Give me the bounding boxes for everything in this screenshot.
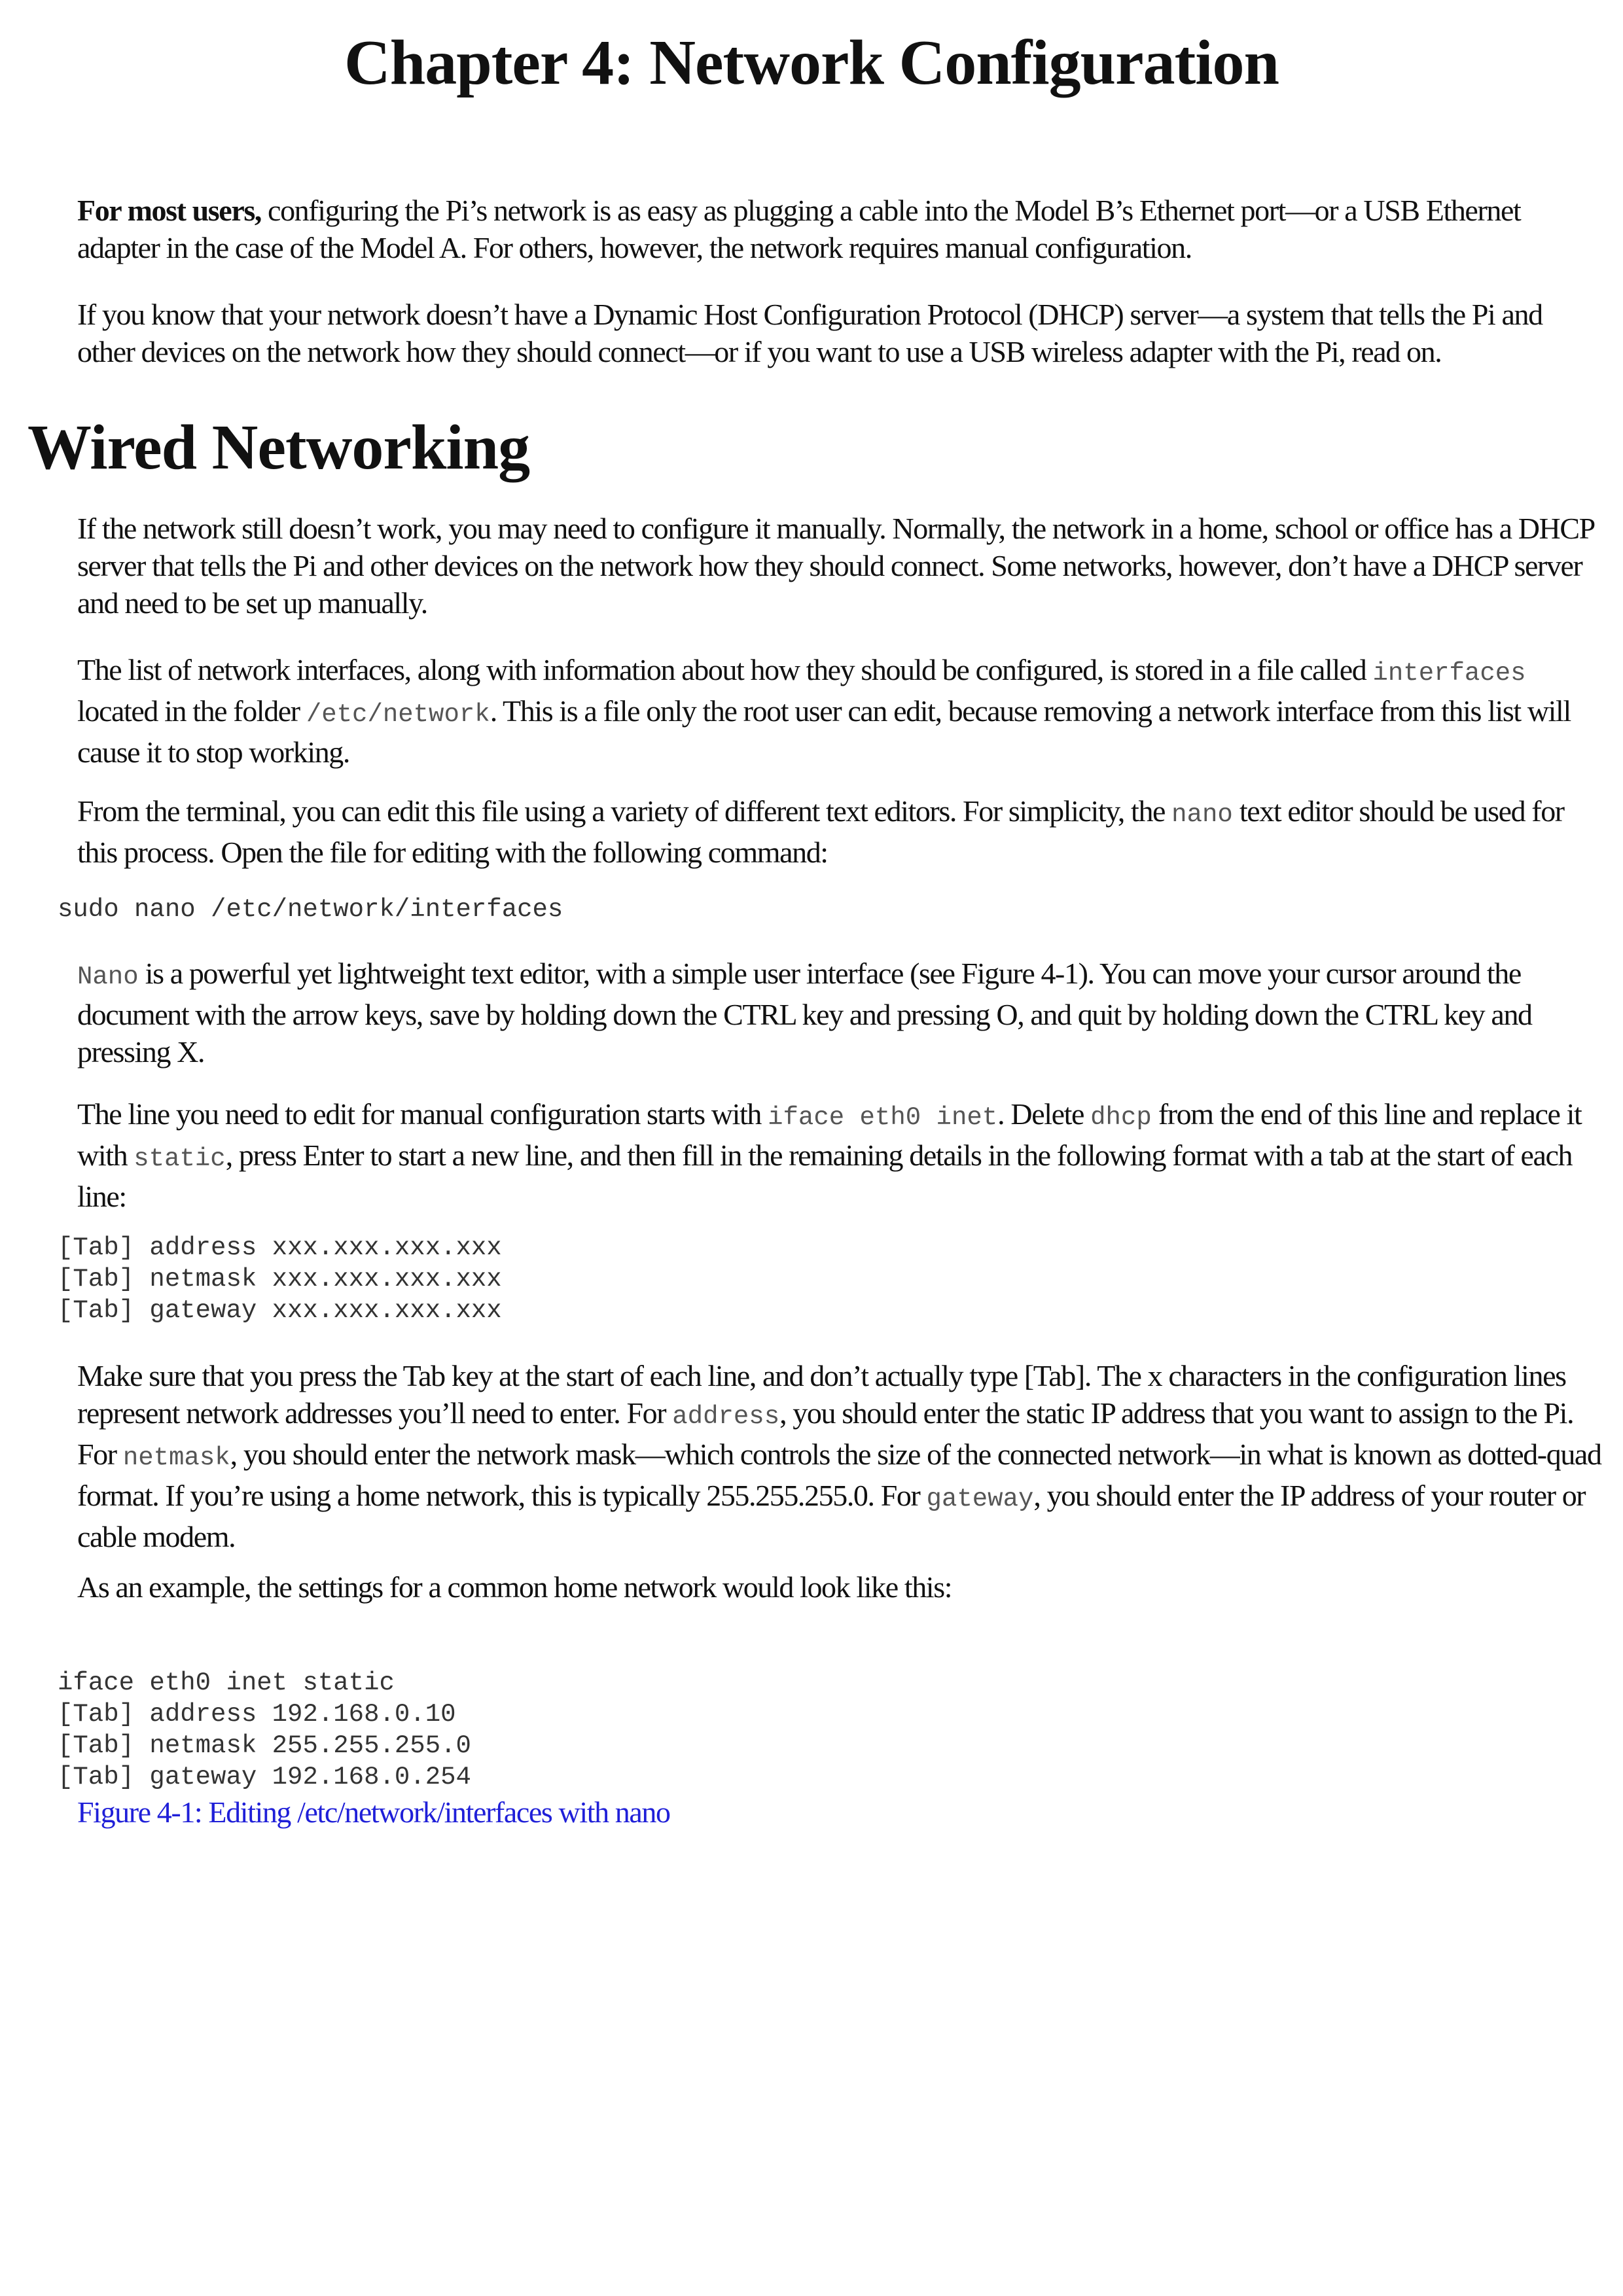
intro-paragraph-2: If you know that your network doesn’t ha…: [77, 298, 1543, 368]
inline-code-static: static: [134, 1144, 226, 1173]
inline-code-dhcp: dhcp: [1090, 1103, 1152, 1132]
document-page: Chapter 4: Network Configuration For mos…: [0, 0, 1623, 2296]
inline-code-gateway: gateway: [926, 1485, 1034, 1513]
intro-paragraph-1-text: configuring the Pi’s network is as easy …: [77, 194, 1522, 264]
text-run: . Delete: [997, 1097, 1091, 1131]
body-paragraph-2: The list of network interfaces, along wi…: [77, 651, 1602, 771]
body-paragraph-3: From the terminal, you can edit this fil…: [77, 792, 1602, 871]
code-block-command: sudo nano /etc/network/interfaces: [58, 895, 563, 924]
body-paragraph-7: As an example, the settings for a common…: [77, 1570, 952, 1604]
inline-code-etc-network: /etc/network: [306, 700, 490, 729]
text-run: , press Enter to start a new line, and t…: [77, 1139, 1573, 1213]
intro-paragraph-1: For most users, configuring the Pi’s net…: [77, 192, 1602, 266]
text-run: located in the folder: [77, 694, 306, 728]
code-block-example: iface eth0 inet static [Tab] address 192…: [58, 1669, 471, 1792]
intro-lead: For most users,: [77, 194, 262, 227]
inline-code-nano-title: Nano: [77, 963, 139, 991]
inline-code-address: address: [672, 1402, 780, 1431]
inline-code-iface: iface eth0 inet: [768, 1103, 998, 1132]
body-paragraph-5: The line you need to edit for manual con…: [77, 1095, 1602, 1215]
figure-caption-link[interactable]: Figure 4-1: Editing /etc/network/interfa…: [77, 1795, 671, 1829]
text-run: The list of network interfaces, along wi…: [77, 653, 1373, 686]
inline-code-netmask: netmask: [122, 1443, 230, 1472]
text-run: The line you need to edit for manual con…: [77, 1097, 768, 1131]
text-run: is a powerful yet lightweight text edito…: [77, 957, 1533, 1069]
inline-code-nano: nano: [1171, 800, 1233, 829]
body-paragraph-1: If the network still doesn’t work, you m…: [77, 512, 1595, 620]
text-run: From the terminal, you can edit this fil…: [77, 794, 1172, 828]
body-paragraph-4: Nano is a powerful yet lightweight text …: [77, 955, 1602, 1070]
section-title: Wired Networking: [27, 412, 530, 483]
chapter-title: Chapter 4: Network Configuration: [344, 27, 1279, 98]
body-paragraph-6: Make sure that you press the Tab key at …: [77, 1357, 1602, 1555]
inline-code-interfaces: interfaces: [1372, 659, 1526, 688]
code-block-format: [Tab] address xxx.xxx.xxx.xxx [Tab] netm…: [58, 1233, 502, 1325]
